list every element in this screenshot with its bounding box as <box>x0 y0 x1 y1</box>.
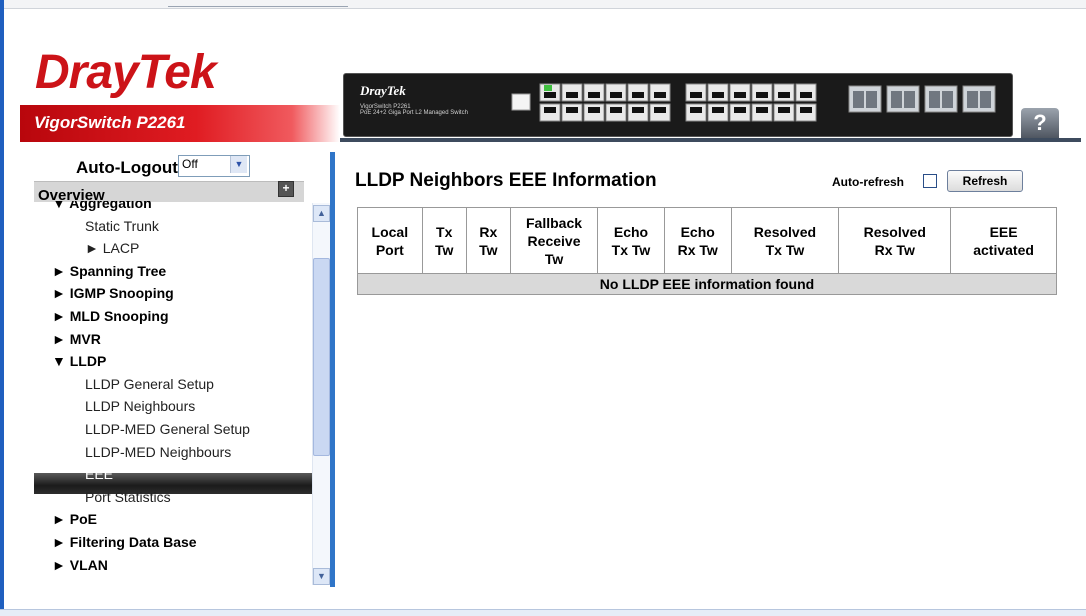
column-header: Tx Tw <box>421 207 467 274</box>
port-icon <box>929 91 940 108</box>
sidebar-item[interactable]: ► MLD Snooping <box>52 308 169 324</box>
scroll-up-icon[interactable]: ▲ <box>313 205 330 222</box>
sidebar-item[interactable]: ▼ LLDP <box>52 353 106 369</box>
port-icon <box>756 107 768 113</box>
sidebar-item[interactable]: LLDP-MED Neighbours <box>85 444 231 460</box>
port-icon <box>734 107 746 113</box>
column-header: Fallback Receive Tw <box>509 207 599 274</box>
port-icon <box>712 92 724 98</box>
help-button[interactable]: ? <box>1021 108 1059 138</box>
auto-logout-value: Off <box>182 157 198 171</box>
sidebar-item[interactable]: ► MVR <box>52 331 101 347</box>
table-row: No LLDP EEE information found <box>357 273 1057 295</box>
column-header: Rx Tw <box>465 207 511 274</box>
port-icon <box>566 92 578 98</box>
column-header: Echo Tx Tw <box>597 207 665 274</box>
port-icon <box>632 92 644 98</box>
port-icon <box>511 93 531 111</box>
window-top-tab <box>168 0 348 7</box>
port-icon <box>942 91 953 108</box>
port-icon <box>654 92 666 98</box>
port-icon <box>566 107 578 113</box>
chevron-down-icon[interactable]: ▼ <box>230 156 247 173</box>
sidebar-item[interactable]: EEE <box>85 466 113 482</box>
expand-icon[interactable]: + <box>278 181 294 197</box>
refresh-button[interactable]: Refresh <box>947 170 1023 192</box>
port-icon <box>756 92 768 98</box>
table-header-row: Local Port Tx Tw Rx Tw Fallback Receive Tw E… <box>357 207 1057 274</box>
window-left-border <box>0 0 4 615</box>
port-icon <box>800 92 812 98</box>
column-header: Resolved Rx Tw <box>838 207 952 274</box>
port-icon <box>980 91 991 108</box>
sidebar-item[interactable]: ► IGMP Snooping <box>52 285 174 301</box>
scroll-down-icon[interactable]: ▼ <box>313 568 330 585</box>
auto-logout-label: Auto-Logout <box>76 158 178 177</box>
page-title: LLDP Neighbors EEE Information <box>355 170 657 191</box>
sidebar-item[interactable]: ► LACP <box>85 240 139 256</box>
port-icon <box>778 92 790 98</box>
port-icon <box>610 92 622 98</box>
column-header: Resolved Tx Tw <box>730 207 840 274</box>
port-icon <box>967 91 978 108</box>
port-icon <box>544 92 556 98</box>
port-icon <box>778 107 790 113</box>
port-icon <box>588 92 600 98</box>
port-icon <box>891 91 902 108</box>
port-icon <box>544 107 556 113</box>
port-icon <box>866 91 877 108</box>
sidebar-item[interactable]: Port Statistics <box>85 489 171 505</box>
window-top-strip <box>4 0 1086 9</box>
sidebar-item[interactable]: ► VLAN <box>52 557 108 573</box>
switch-model-label: VigorSwitch P2261 PoE 24+2 Giga Port L2 … <box>360 104 468 116</box>
sidebar-item[interactable]: LLDP-MED General Setup <box>85 421 250 437</box>
port-icon <box>800 107 812 113</box>
port-icon <box>712 107 724 113</box>
port-icon <box>654 107 666 113</box>
empty-message: No LLDP EEE information found <box>357 273 1057 295</box>
port-icon <box>632 107 644 113</box>
auto-refresh-label: Auto-refresh <box>832 175 905 189</box>
port-icon <box>690 107 702 113</box>
sidebar-nav: ▼ Aggregation Static Trunk ► LACP ► Spannin… <box>34 201 312 585</box>
port-icon <box>588 107 600 113</box>
port-icon <box>690 92 702 98</box>
port-icon <box>734 92 746 98</box>
sidebar-item[interactable]: ► Spanning Tree <box>52 263 166 279</box>
port-icon <box>610 107 622 113</box>
eee-table: Local Port Tx Tw Rx Tw Fallback Receive Tw E… <box>357 207 1057 295</box>
sidebar-item[interactable]: ► Filtering Data Base <box>52 534 197 550</box>
port-icon <box>904 91 915 108</box>
sidebar-item[interactable]: LLDP Neighbours <box>85 398 195 414</box>
column-header: Local Port <box>357 207 423 274</box>
scroll-thumb[interactable] <box>313 258 330 456</box>
sidebar-item[interactable]: ► PoE <box>52 511 97 527</box>
sidebar-item[interactable]: ▼ Aggregation <box>52 201 152 211</box>
column-header: EEE activated <box>950 207 1057 274</box>
switch-brand-label: DrayTek <box>360 83 406 98</box>
brand-logo: DrayTek <box>35 46 217 99</box>
header-underline <box>340 138 1081 142</box>
port-icon <box>544 85 552 91</box>
sidebar-item[interactable]: LLDP General Setup <box>85 376 214 392</box>
sidebar-item[interactable]: Static Trunk <box>85 218 159 234</box>
port-icon <box>853 91 864 108</box>
model-label: VigorSwitch P2261 <box>34 113 186 132</box>
switch-ports <box>511 83 996 122</box>
auto-refresh-checkbox[interactable] <box>923 174 937 188</box>
sidebar-divider <box>330 152 335 587</box>
column-header: Echo Rx Tw <box>663 207 732 274</box>
